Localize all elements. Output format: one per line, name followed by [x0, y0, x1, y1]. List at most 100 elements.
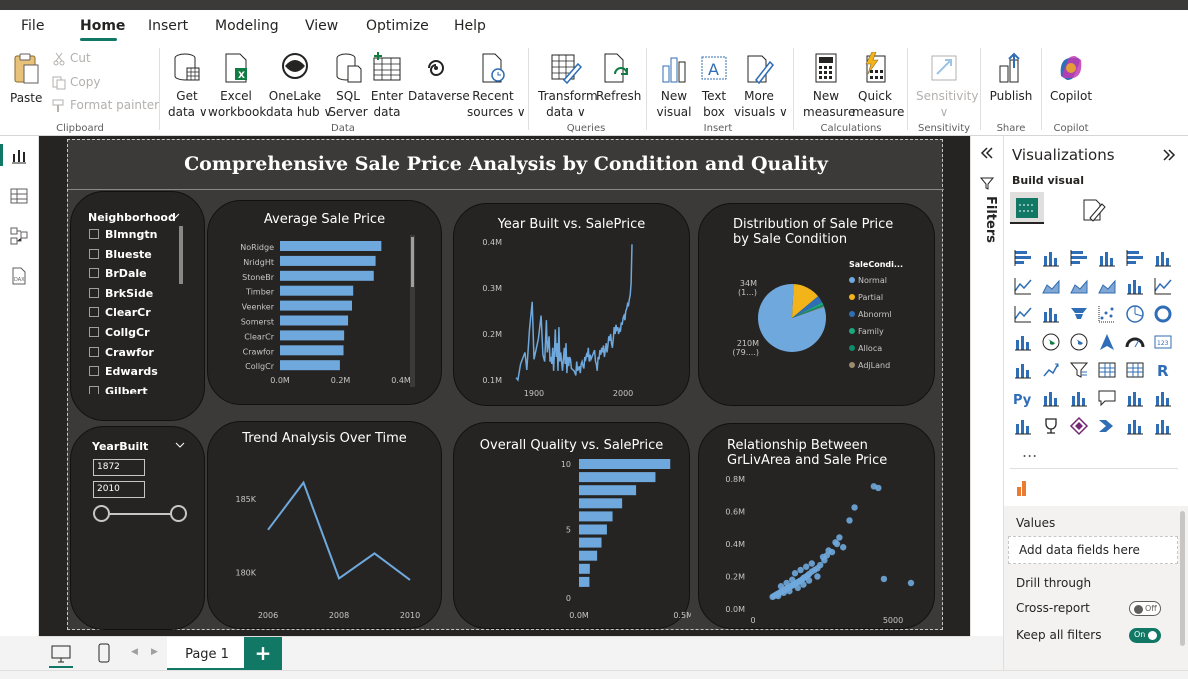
ribbon-chart-icon[interactable] — [1041, 304, 1061, 324]
gauge-icon[interactable] — [1125, 332, 1145, 352]
qa-icon[interactable] — [1097, 388, 1117, 408]
report-page[interactable]: Comprehensive Sale Price Analysis by Con… — [67, 139, 944, 630]
onelake-button[interactable]: OneLake data hub ∨ — [266, 52, 332, 120]
paginated-report-icon[interactable] — [1013, 416, 1033, 436]
pane-scrollbar[interactable] — [1180, 511, 1185, 646]
checkbox[interactable] — [89, 229, 99, 239]
range-slider-min-handle[interactable] — [93, 505, 110, 522]
line-icon[interactable] — [1013, 276, 1033, 296]
100-column-icon[interactable] — [1153, 248, 1173, 268]
list-item[interactable]: Edwards — [89, 365, 158, 381]
tab-modeling[interactable]: Modeling — [215, 18, 279, 34]
ribbon-icon[interactable] — [1097, 276, 1117, 296]
copilot-button[interactable]: Copilot — [1048, 52, 1094, 104]
dax-query-view-icon[interactable]: DAX — [9, 266, 29, 286]
scatter-icon[interactable] — [1097, 304, 1117, 324]
recent-sources-button[interactable]: Recent sources ∨ — [467, 52, 526, 120]
list-item[interactable]: CollgCr — [89, 326, 150, 342]
power-automate-icon[interactable] — [1097, 416, 1117, 436]
stacked-column-icon[interactable] — [1041, 248, 1061, 268]
list-item[interactable]: BrkSide — [89, 287, 153, 303]
waterfall-icon[interactable] — [1125, 276, 1145, 296]
map-icon[interactable] — [1041, 332, 1061, 352]
list-item[interactable]: Blmngtn — [89, 228, 157, 244]
range-slider-max-handle[interactable] — [170, 505, 187, 522]
clustered-bar-icon[interactable] — [1069, 248, 1089, 268]
key-influencers-icon[interactable] — [1041, 388, 1061, 408]
list-item[interactable]: Blueste — [89, 248, 152, 264]
pie-icon[interactable] — [1125, 304, 1145, 324]
metrics-icon[interactable] — [1041, 416, 1061, 436]
python-visual-icon[interactable]: Py — [1013, 388, 1033, 408]
build-visual-tab[interactable] — [1010, 192, 1044, 224]
copy-button[interactable]: Copy — [52, 75, 100, 90]
line-column-icon[interactable] — [1153, 276, 1173, 296]
shape-map-icon[interactable] — [1125, 416, 1145, 436]
quick-measure-button[interactable]: Quick measure — [852, 52, 904, 120]
checkbox[interactable] — [89, 307, 99, 317]
tab-file[interactable]: File — [21, 18, 44, 34]
more-visuals-button[interactable]: More visuals ∨ — [734, 52, 788, 120]
line-clustered-icon[interactable] — [1013, 304, 1033, 324]
100-bar-icon[interactable] — [1125, 248, 1145, 268]
list-item[interactable]: Crawfor — [89, 346, 154, 362]
expand-pane-icon[interactable] — [1161, 148, 1177, 162]
custom-visual-icon[interactable] — [1016, 477, 1032, 497]
kpi-icon[interactable] — [1041, 360, 1061, 380]
grlivarea-scatter-chart[interactable]: Relationship Between GrLivArea and Sale … — [698, 423, 935, 629]
add-page-button[interactable]: + — [244, 637, 282, 671]
report-view-icon[interactable] — [9, 146, 29, 166]
power-apps-icon[interactable] — [1069, 416, 1089, 436]
tab-home[interactable]: Home — [80, 18, 125, 34]
new-measure-button[interactable]: New measure — [803, 52, 855, 120]
checkbox[interactable] — [89, 268, 99, 278]
checkbox[interactable] — [89, 366, 99, 376]
model-view-icon[interactable] — [9, 226, 29, 246]
cross-report-toggle[interactable]: Off — [1129, 601, 1161, 616]
list-item[interactable]: Gilbert — [89, 385, 148, 394]
card-icon[interactable]: 123 — [1153, 332, 1173, 352]
filters-pane[interactable]: Filters — [970, 136, 1003, 636]
matrix-icon[interactable] — [1125, 360, 1145, 380]
sensitivity-button[interactable]: Sensitivity ∨ — [916, 52, 978, 120]
list-item[interactable]: BrDale — [89, 267, 147, 283]
tab-help[interactable]: Help — [454, 18, 486, 34]
excel-workbook-button[interactable]: X Excel workbook — [208, 52, 266, 120]
format-visual-icon[interactable] — [1080, 196, 1106, 222]
transform-data-button[interactable]: Transform data ∨ — [538, 52, 598, 120]
list-item[interactable]: ClearCr — [89, 306, 151, 322]
mobile-layout-icon[interactable] — [97, 643, 111, 663]
enter-data-button[interactable]: Enter data — [369, 52, 405, 120]
trend-analysis-chart[interactable]: Trend Analysis Over Time 180K 185K 2006 200… — [207, 421, 442, 629]
azure-map-icon[interactable] — [1097, 332, 1117, 352]
overall-quality-chart[interactable]: Overall Quality vs. SalePrice 0 5 10 0.0M 0.… — [453, 422, 691, 629]
keep-filters-toggle[interactable]: On — [1129, 628, 1161, 643]
chevron-down-icon[interactable] — [175, 441, 185, 449]
tab-view[interactable]: View — [305, 18, 338, 34]
scroll-right-icon[interactable]: ▶ — [151, 647, 158, 657]
stacked-area-icon[interactable] — [1069, 276, 1089, 296]
paginated-icon[interactable] — [1153, 388, 1173, 408]
checkbox[interactable] — [89, 327, 99, 337]
smart-narrative-icon[interactable] — [1125, 388, 1145, 408]
table-icon[interactable] — [1097, 360, 1117, 380]
clustered-column-icon[interactable] — [1097, 248, 1117, 268]
more-visuals-ellipsis[interactable]: ... — [1022, 442, 1037, 461]
year-built-vs-saleprice-chart[interactable]: Year Built vs. SalePrice 0.1M 0.2M 0.3M 0.4… — [453, 203, 690, 406]
new-visual-button[interactable]: New visual — [656, 52, 692, 120]
tab-optimize[interactable]: Optimize — [366, 18, 429, 34]
arcgis-icon[interactable] — [1153, 416, 1173, 436]
treemap-icon[interactable] — [1013, 332, 1033, 352]
scroll-left-icon[interactable]: ◀ — [131, 647, 138, 657]
add-data-fields-dropzone[interactable]: Add data fields here — [1008, 536, 1178, 564]
collapse-filters-icon[interactable] — [979, 146, 995, 160]
r-visual-icon[interactable]: R — [1153, 360, 1173, 380]
table-view-icon[interactable] — [9, 186, 29, 206]
checkbox[interactable] — [89, 288, 99, 298]
format-painter-button[interactable]: Format painter — [52, 98, 159, 113]
year-from-input[interactable]: 1872 — [93, 459, 145, 476]
checkbox[interactable] — [89, 249, 99, 259]
donut-icon[interactable] — [1153, 304, 1173, 324]
filters-label[interactable]: Filters — [978, 196, 998, 256]
sql-server-button[interactable]: SQL Server — [328, 52, 368, 120]
